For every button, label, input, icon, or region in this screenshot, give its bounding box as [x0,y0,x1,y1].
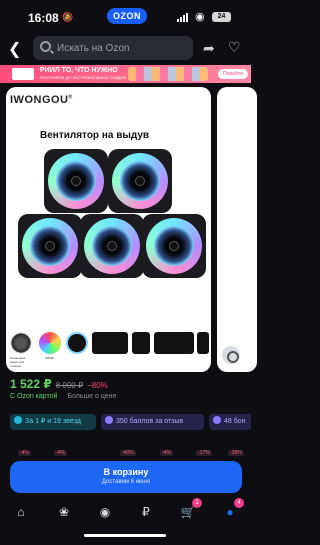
promo-headline: РИИЛ ТО, ЧТО НУЖНО РАЗГОНЯЕМ ДО ЭКСТРЕМА… [40,67,126,80]
promo-banner[interactable]: РИИЛ ТО, ЧТО НУЖНО РАЗГОНЯЕМ ДО ЭКСТРЕМА… [0,65,251,83]
star-icon [14,416,22,424]
silent-bell-icon: 🔕 [62,12,74,22]
discount-tag: -4% [54,450,67,456]
search-input[interactable] [57,36,187,60]
tab-cart[interactable]: 🛒 1 [178,498,202,522]
tab-fresh[interactable]: ❀ [54,502,74,522]
offer-chips: За 1 ₽ и 19 звёзд 350 баллов за отзыв 48… [0,414,251,430]
current-price: 1 522 ₽ [10,377,52,391]
msi-icon [154,332,194,354]
share-icon[interactable]: ➦ [203,40,215,57]
fan-image [142,214,206,278]
image-title: Вентилятор на выдув [40,130,150,141]
signal-icon [177,13,188,22]
ozon-logo: OZON [107,8,147,24]
discount-tag: -4% [18,450,31,456]
search-row: ❮ ➦ ♡ [0,34,251,64]
more-price-link[interactable]: Больше о цене [67,393,116,400]
status-time: 16:08 [28,11,59,25]
tab-ozon[interactable]: ◉ [95,502,115,522]
discount-tag: -4% [160,450,173,456]
tab-profile[interactable]: ● 4 [220,498,244,522]
aura-sync-icon [66,332,88,354]
fan-image [44,149,108,213]
promo-button[interactable]: Перейти [218,69,248,79]
bonus-chip[interactable]: 48 бон [209,414,251,430]
promo-artwork [128,67,208,81]
search-bar[interactable] [33,36,193,60]
discount-tag: -17% [196,450,212,456]
search-icon [40,41,51,52]
home-indicator [84,534,166,537]
profile-badge: 4 [234,498,244,508]
rgb-sync-icon [197,332,209,354]
product-gallery[interactable]: IWONGOU® Вентилятор на выдув Резиновые н… [0,85,257,374]
sync-icon [132,332,150,354]
review-points-chip[interactable]: 350 баллов за отзыв [101,414,204,430]
ozon-card-label: С Ozon картой [10,393,58,400]
zoom-button[interactable] [222,346,240,364]
bonus-icon [213,416,221,424]
next-product-image[interactable] [217,87,257,372]
cart-badge: 1 [192,498,202,508]
fan-image [18,214,82,278]
discount-tag: -38% [228,450,244,456]
rubber-feet-icon [10,332,32,354]
delivery-date: Доставим 6 июня [101,479,151,485]
home-icon: ⌂ [17,505,25,519]
discount-percent: −80% [87,381,108,390]
compatibility-logos: Резиновые ножки для тишины ARGB [6,332,211,368]
battery-indicator: 24 [212,12,231,22]
fan-image [108,149,172,213]
price-row: 1 522 ₽ 8 000 ₽ −80% [10,377,108,391]
old-price: 8 000 ₽ [55,381,84,390]
tab-home[interactable]: ⌂ [11,502,31,522]
leaf-icon: ❀ [58,505,70,519]
argb-icon [39,332,61,354]
heart-icon[interactable]: ♡ [228,39,241,56]
wifi-icon: ◉ [195,11,205,23]
profile-icon: ● [226,505,234,519]
cart-button-label: В корзину [103,467,149,477]
polychrome-sync-icon [92,332,128,354]
promo-logo [12,68,34,80]
status-bar: 16:08 🔕 OZON ◉ 24 [0,0,251,34]
add-to-cart-button[interactable]: В корзину Доставим 6 июня [10,461,242,493]
discount-strip: -4% -4% -40% -4% -17% -38% [0,449,251,457]
tab-finance[interactable]: ₽ [136,502,156,522]
ozon-icon: ◉ [99,505,111,519]
discount-tag: -40% [120,450,136,456]
bottom-tab-bar: ⌂ ❀ ◉ ₽ 🛒 1 ● 4 [0,498,251,526]
card-price-row: С Ozon картой Больше о цене [10,393,116,400]
fan-image [80,214,144,278]
ruble-icon: ₽ [142,505,150,519]
product-image[interactable]: IWONGOU® Вентилятор на выдув Резиновые н… [6,87,211,372]
stars-chip[interactable]: За 1 ₽ и 19 звёзд [10,414,96,430]
brand-label: IWONGOU® [10,94,73,106]
back-button[interactable]: ❮ [8,39,21,59]
points-icon [105,416,113,424]
